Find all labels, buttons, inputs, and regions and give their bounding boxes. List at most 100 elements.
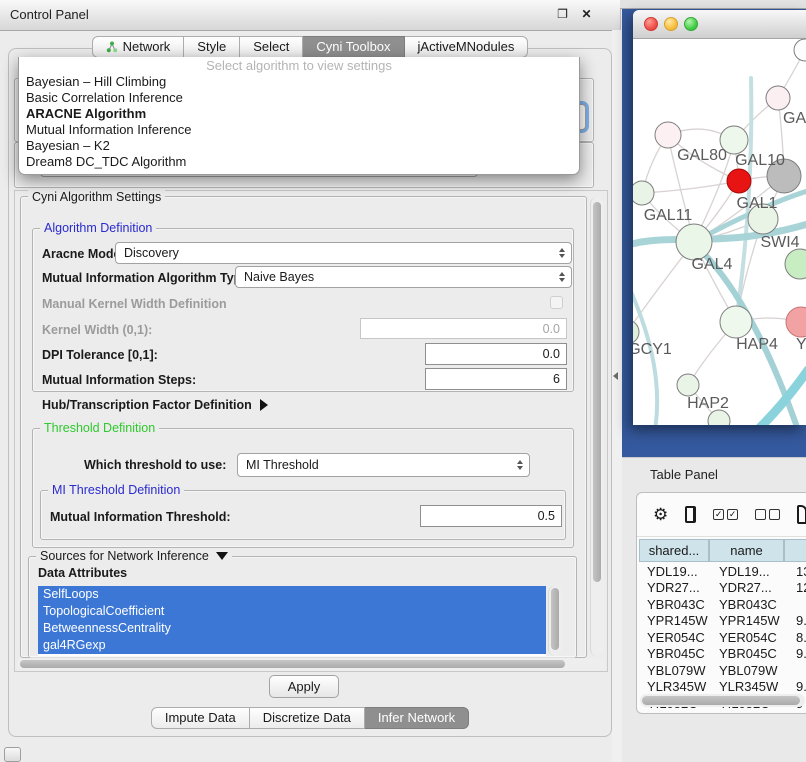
network-window-titlebar[interactable] xyxy=(633,10,806,39)
cell-col3[interactable]: 9. xyxy=(784,679,806,694)
sources-collapse-header[interactable]: Sources for Network Inference xyxy=(36,549,232,563)
dropdown-item-dream8[interactable]: Dream8 DC_TDC Algorithm xyxy=(19,154,579,170)
cell-shared[interactable]: YDR27... xyxy=(639,580,709,595)
mi-threshold-field[interactable]: 0.5 xyxy=(420,505,562,527)
dpi-tolerance-field[interactable]: 0.0 xyxy=(425,343,567,365)
minimize-traffic-light[interactable] xyxy=(664,17,678,31)
tab-jactivemnodules[interactable]: jActiveMNodules xyxy=(405,36,529,58)
cell-col3[interactable]: 12 xyxy=(784,580,806,595)
tab-select[interactable]: Select xyxy=(240,36,303,58)
apply-button[interactable]: Apply xyxy=(269,675,339,698)
which-threshold-combobox[interactable]: MI Threshold xyxy=(237,453,530,477)
settings-hscrollbar-thumb[interactable] xyxy=(20,660,565,668)
list-item-betweennesscentrality[interactable]: BetweennessCentrality xyxy=(38,620,546,637)
table-row[interactable]: YBR045C YBR045C 9. xyxy=(639,646,806,663)
splitter-collapse-handle[interactable] xyxy=(613,370,620,381)
table-row[interactable]: YPR145W YPR145W 9. xyxy=(639,613,806,630)
dropdown-item-basic-correlation[interactable]: Basic Correlation Inference xyxy=(19,90,579,106)
mi-algorithm-type-combobox[interactable]: Naive Bayes xyxy=(235,266,572,288)
cell-name[interactable]: YBL079W xyxy=(709,663,784,678)
node-label-gal1: GAL1 xyxy=(737,195,778,212)
settings-vertical-scrollbar[interactable] xyxy=(590,197,604,656)
node-gal80[interactable] xyxy=(655,122,681,148)
cell-name[interactable]: YBR045C xyxy=(709,646,784,661)
column-header-third[interactable] xyxy=(784,539,806,562)
node-hap2[interactable] xyxy=(677,374,699,396)
cell-name[interactable]: YDL19... xyxy=(709,564,784,579)
table-panel-title: Table Panel xyxy=(650,467,718,482)
node-hap4[interactable] xyxy=(720,306,752,338)
zoom-traffic-light[interactable] xyxy=(684,17,698,31)
table-hscrollbar-thumb[interactable] xyxy=(642,696,800,705)
column-header-shared-name[interactable]: shared... xyxy=(639,539,709,562)
node-unlabeled-top[interactable] xyxy=(794,39,806,61)
table-row[interactable]: YBR043C YBR043C xyxy=(639,596,806,613)
dropdown-item-bayesian-k2[interactable]: Bayesian – K2 xyxy=(19,138,579,154)
cell-col3[interactable]: 13 xyxy=(784,564,806,579)
tab-style[interactable]: Style xyxy=(184,36,240,58)
cell-name[interactable]: YPR145W xyxy=(709,613,784,628)
tab-network[interactable]: Network xyxy=(92,36,185,58)
cell-shared[interactable]: YBL079W xyxy=(639,663,709,678)
hub-definition-expander[interactable]: Hub/Transcription Factor Definition xyxy=(42,398,268,412)
cell-col3[interactable]: 9. xyxy=(784,613,806,628)
network-canvas[interactable]: GAL80 GAL10 GAL1 GAL11 SWI4 GAL4 GCY1 HA… xyxy=(633,38,806,425)
table-horizontal-scrollbar[interactable] xyxy=(640,694,805,707)
node-gal-partial[interactable] xyxy=(766,86,790,110)
close-traffic-light[interactable] xyxy=(644,17,658,31)
export-table-icon[interactable] xyxy=(797,505,806,524)
cell-shared[interactable]: YBR045C xyxy=(639,646,709,661)
cell-col3[interactable]: 8. xyxy=(784,630,806,645)
list-item-topologicalcoefficient[interactable]: TopologicalCoefficient xyxy=(38,603,546,620)
list-item-gal4rgexp[interactable]: gal4RGexp xyxy=(38,637,546,654)
cell-name[interactable]: YBR043C xyxy=(709,597,784,612)
tab-impute-data[interactable]: Impute Data xyxy=(151,707,250,729)
cell-name[interactable]: YDR27... xyxy=(709,580,784,595)
columns-icon[interactable] xyxy=(685,506,696,523)
mi-steps-field[interactable]: 6 xyxy=(425,368,567,390)
dropdown-item-aracne[interactable]: ARACNE Algorithm xyxy=(19,106,579,122)
tab-cyni-toolbox[interactable]: Cyni Toolbox xyxy=(303,36,404,58)
cell-shared[interactable]: YBR043C xyxy=(639,597,709,612)
data-attributes-list: SelfLoops TopologicalCoefficient Between… xyxy=(38,586,546,656)
table-row[interactable]: YER054C YER054C 8. xyxy=(639,629,806,646)
table-row[interactable]: YDL19... YDL19... 13 xyxy=(639,563,806,580)
attributes-list-scrollbar[interactable] xyxy=(548,586,562,656)
settings-horizontal-scrollbar[interactable] xyxy=(17,658,605,671)
node-gal11[interactable] xyxy=(633,181,654,205)
aracne-mode-combobox[interactable]: Discovery xyxy=(115,242,572,264)
cell-name[interactable]: YER054C xyxy=(709,630,784,645)
table-row[interactable]: YDR27... YDR27... 12 xyxy=(639,580,806,597)
panel-splitter[interactable] xyxy=(612,30,622,762)
node-salmon[interactable] xyxy=(786,307,806,337)
kernel-width-field[interactable]: 0.0 xyxy=(360,318,567,339)
cell-shared[interactable]: YDL19... xyxy=(639,564,709,579)
tab-infer-network[interactable]: Infer Network xyxy=(365,707,469,729)
deselect-all-columns-button[interactable] xyxy=(755,509,780,520)
column-header-name[interactable]: name xyxy=(709,539,784,562)
close-window-icon[interactable]: ✕ xyxy=(580,8,593,21)
cell-name[interactable]: YLR345W xyxy=(709,679,784,694)
kernel-width-label: Kernel Width (0,1): xyxy=(42,323,152,337)
node-gal1[interactable] xyxy=(727,169,751,193)
cell-shared[interactable]: YPR145W xyxy=(639,613,709,628)
dropdown-item-bayesian-hill-climbing[interactable]: Bayesian – Hill Climbing xyxy=(19,74,579,90)
attributes-scrollbar-thumb[interactable] xyxy=(551,588,559,650)
dropdown-item-mutual-information[interactable]: Mutual Information Inference xyxy=(19,122,579,138)
tab-discretize-data[interactable]: Discretize Data xyxy=(250,707,365,729)
float-window-icon[interactable]: ❐ xyxy=(556,8,569,21)
settings-vscrollbar-thumb[interactable] xyxy=(593,202,601,582)
cell-col3[interactable]: 9. xyxy=(784,646,806,661)
table-row[interactable]: YBL079W YBL079W xyxy=(639,662,806,679)
cell-shared[interactable]: YLR345W xyxy=(639,679,709,694)
gear-icon[interactable]: ⚙ xyxy=(653,506,668,523)
list-item-selfloops[interactable]: SelfLoops xyxy=(38,586,546,603)
manual-kernel-checkbox[interactable] xyxy=(550,296,563,309)
combo-stepper-icon xyxy=(517,460,523,470)
node-gal4[interactable] xyxy=(676,224,712,260)
table-row[interactable]: YLR345W YLR345W 9. xyxy=(639,679,806,696)
minimized-panel-icon[interactable] xyxy=(4,747,21,762)
node-right-green[interactable] xyxy=(785,249,806,279)
cell-shared[interactable]: YER054C xyxy=(639,630,709,645)
select-all-columns-button[interactable]: ✓ ✓ xyxy=(713,509,738,520)
